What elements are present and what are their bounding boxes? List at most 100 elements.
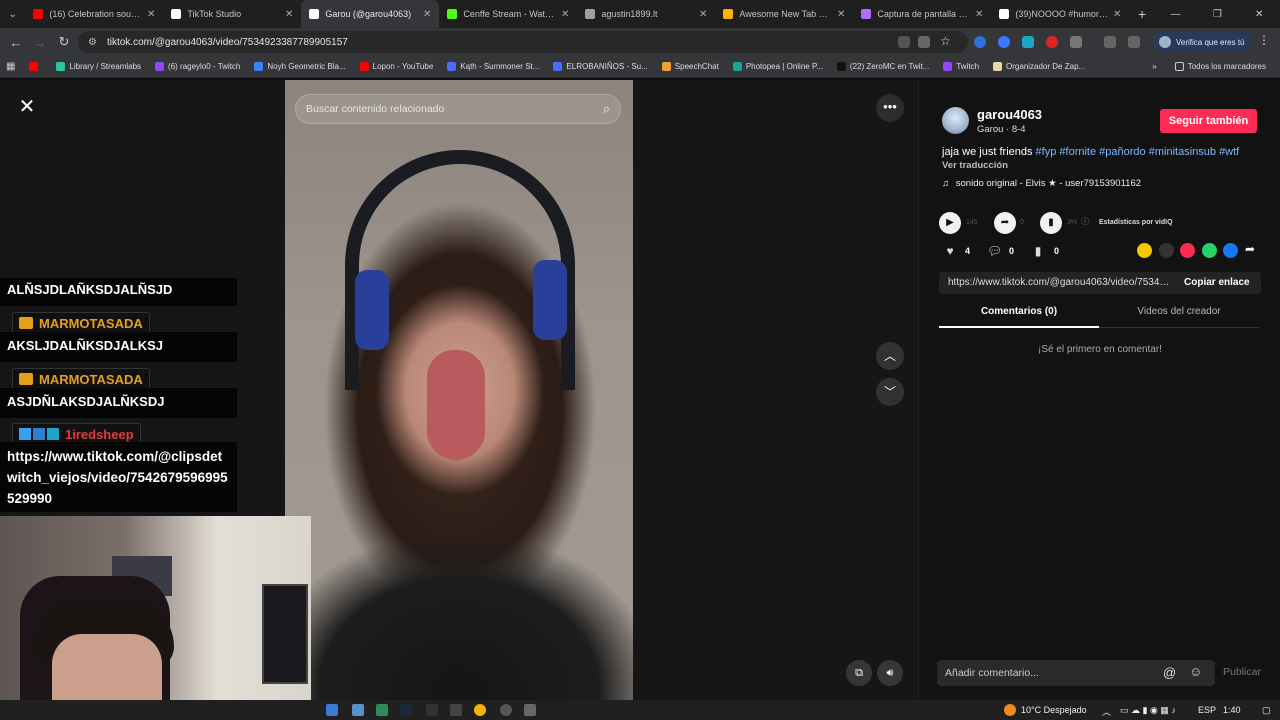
tab-comments[interactable]: Comentarios (0) — [939, 306, 1099, 328]
apps-grid-icon[interactable]: ▦ — [6, 61, 15, 72]
see-translation-link[interactable]: Ver traducción — [942, 160, 1008, 171]
bookmarks-overflow-icon[interactable]: » — [1152, 62, 1156, 71]
bookmark-item[interactable]: (6) rageylo0 - Twitch — [155, 62, 240, 71]
bookmark-item[interactable]: ELROBANIÑOS - Su... — [553, 62, 648, 71]
bookmark-item[interactable]: Kąth - Summoner St... — [447, 62, 539, 71]
close-window-button[interactable]: ✕ — [1238, 9, 1280, 20]
extension-icon-4[interactable] — [1046, 36, 1058, 48]
facebook-icon[interactable] — [1223, 243, 1238, 258]
bookmark-item[interactable]: Organizador De Zap... — [993, 62, 1085, 71]
close-tab-icon[interactable]: ✕ — [561, 9, 569, 20]
taskbar-app-1[interactable] — [326, 704, 338, 716]
video-link-box[interactable]: https://www.tiktok.com/@garou4063/video/… — [939, 272, 1261, 294]
close-tab-icon[interactable]: ✕ — [423, 9, 431, 20]
hashtag-link[interactable]: #pañordo — [1099, 146, 1146, 158]
bookmark-item[interactable]: Twitch — [943, 62, 979, 71]
close-tab-icon[interactable]: ✕ — [1113, 9, 1121, 20]
profile-verify-button[interactable]: Verifica que eres tú — [1153, 32, 1251, 52]
reload-button[interactable]: ↻ — [52, 34, 76, 50]
extensions-puzzle-icon[interactable] — [1070, 36, 1082, 48]
weather-text[interactable]: 10°C Despejado — [1021, 705, 1087, 715]
play-icon[interactable]: ▶ — [939, 212, 961, 234]
browser-tab[interactable]: TikTok Studio ✕ — [163, 0, 301, 28]
taskbar-chrome-icon[interactable] — [474, 704, 486, 716]
sound-row[interactable]: ♫ sonido original - Elvis ★ - user791539… — [942, 178, 1141, 189]
whatsapp-icon[interactable] — [1202, 243, 1217, 258]
taskbar-app-8[interactable] — [500, 704, 512, 716]
embed-icon[interactable] — [1159, 243, 1174, 258]
next-video-button[interactable]: ﹀ — [876, 378, 904, 406]
video-player[interactable] — [285, 80, 633, 700]
tray-icons[interactable]: ▭ ☁ ▮ ◉ ▦ ♪ — [1120, 705, 1176, 716]
previous-video-button[interactable]: ︿ — [876, 342, 904, 370]
cast-icon[interactable] — [898, 36, 910, 48]
minimize-button[interactable]: — — [1155, 9, 1197, 20]
tray-chevron-icon[interactable]: ︿ — [1102, 705, 1111, 718]
comment-input[interactable]: Añadir comentario... @ ☺ — [937, 660, 1215, 686]
browser-tab[interactable]: Awesome New Tab Page ✕ — [715, 0, 853, 28]
back-button[interactable]: ← — [4, 35, 28, 50]
browser-tab[interactable]: agustin1899.lt ✕ — [577, 0, 715, 28]
browser-tab[interactable]: Cenffe Stream - Watch Li ✕ — [439, 0, 577, 28]
tab-search-button[interactable]: ⌄ — [0, 0, 25, 28]
browser-tab[interactable]: Garou (@garou4063) ✕ — [301, 0, 440, 28]
creator-username[interactable]: garou4063 — [977, 107, 1042, 122]
taskbar-app-5[interactable] — [426, 704, 438, 716]
hashtag-link[interactable]: #fornite — [1059, 146, 1096, 158]
bookmark-star-icon[interactable]: ☆ — [940, 34, 952, 48]
share-more-icon[interactable]: ➦ — [1245, 242, 1255, 256]
search-icon[interactable]: ⌕ — [603, 101, 610, 117]
bookmark-item[interactable]: Photopea | Online P... — [732, 62, 823, 71]
taskbar-steam-icon[interactable] — [400, 704, 412, 716]
extension-icon-3[interactable] — [1022, 36, 1034, 48]
emoji-icon[interactable]: ☺ — [1189, 664, 1202, 679]
close-tab-icon[interactable]: ✕ — [699, 9, 707, 20]
site-info-icon[interactable]: ⚙ — [88, 37, 97, 48]
hashtag-link[interactable]: #fyp — [1036, 146, 1057, 158]
copy-link-button[interactable]: Copiar enlace — [1184, 277, 1250, 288]
hashtag-link[interactable]: #minitasinsub — [1149, 146, 1216, 158]
more-options-button[interactable]: ••• — [876, 94, 904, 122]
stats-icon[interactable]: ▮ — [1040, 212, 1062, 234]
close-icon[interactable]: ✕ — [16, 96, 38, 118]
pip-icon[interactable]: ⧉ — [846, 660, 872, 686]
weather-icon[interactable] — [1004, 704, 1016, 716]
reading-list-icon[interactable] — [1128, 36, 1140, 48]
bookmark-icon[interactable]: ▮ — [1031, 244, 1045, 258]
close-tab-icon[interactable]: ✕ — [147, 9, 155, 20]
taskbar-app-9[interactable] — [524, 704, 536, 716]
close-tab-icon[interactable]: ✕ — [975, 9, 983, 20]
tab-creator-videos[interactable]: Videos del creador — [1099, 306, 1259, 328]
comment-icon[interactable]: 💬︎ — [987, 244, 1002, 258]
bookmark-item[interactable]: (22) ZeroMC en Twit... — [836, 62, 929, 71]
all-bookmarks-folder[interactable]: Todos los marcadores — [1174, 62, 1266, 71]
taskbar-app-2[interactable] — [352, 704, 364, 716]
mention-icon[interactable]: @ — [1163, 665, 1176, 680]
bookmark-item[interactable]: Library / Streamlabs — [56, 62, 141, 71]
hashtag-link[interactable]: #wtf — [1219, 146, 1239, 158]
browser-tab[interactable]: Captura de pantalla por L ✕ — [853, 0, 991, 28]
related-search-input[interactable]: Buscar contenido relacionado ⌕ — [295, 94, 621, 124]
follow-button[interactable]: Seguir también — [1160, 109, 1257, 133]
language-indicator[interactable]: ESP — [1198, 705, 1216, 715]
taskbar-app-3[interactable] — [376, 704, 388, 716]
address-bar[interactable]: ⚙ tiktok.com/@garou4063/video/7534923387… — [78, 31, 968, 53]
taskbar-app-6[interactable] — [450, 704, 462, 716]
downloads-icon[interactable] — [1104, 36, 1116, 48]
bookmark-item[interactable]: Noyh Geometric Bla... — [254, 62, 346, 71]
tiktok-share-icon[interactable] — [1180, 243, 1195, 258]
bookmark-item[interactable]: Lopon - YouTube — [359, 62, 433, 71]
chrome-menu-icon[interactable]: ⋮ — [1258, 33, 1270, 47]
restore-button[interactable]: ❐ — [1197, 9, 1239, 20]
browser-tab[interactable]: (39)NOOOO #humor #n ✕ — [991, 0, 1129, 28]
creator-avatar[interactable] — [942, 107, 969, 134]
notification-icon[interactable]: ▢ — [1262, 705, 1271, 716]
browser-tab[interactable]: (16) Celebration sounds ▲✕ — [25, 0, 163, 28]
new-tab-button[interactable]: + — [1129, 6, 1154, 22]
translate-icon[interactable] — [918, 36, 930, 48]
heart-icon[interactable]: ♥ — [943, 244, 957, 258]
extension-icon-1[interactable] — [974, 36, 986, 48]
bookmark-item[interactable]: SpeechChat — [661, 62, 719, 71]
clock[interactable]: 1:40 — [1223, 705, 1241, 715]
info-icon[interactable]: ⓘ — [1081, 216, 1089, 227]
